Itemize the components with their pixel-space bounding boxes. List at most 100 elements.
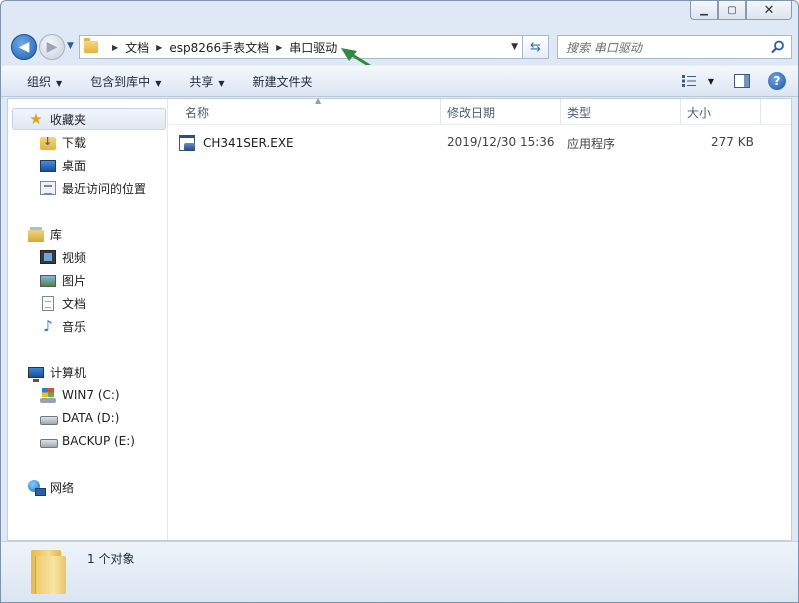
view-controls: ▼ ? <box>681 72 786 90</box>
sidebar-item-label: 视频 <box>62 250 87 265</box>
sort-ascending-icon: ▲ <box>315 96 322 105</box>
command-bar: 组织 ▼ 包含到库中 ▼ 共享 ▼ 新建文件夹 ▼ ? <box>1 65 798 97</box>
preview-pane-icon[interactable] <box>734 74 750 88</box>
document-icon <box>42 295 54 311</box>
details-pane: 1 个对象 <box>1 541 798 602</box>
share-menu[interactable]: 共享 ▼ <box>189 73 224 90</box>
chevron-right-icon[interactable]: ▶ <box>112 43 118 52</box>
sidebar-item-drive-c[interactable]: WIN7 (C:) <box>40 384 120 406</box>
sidebar-item-videos[interactable]: 视频 <box>40 246 86 268</box>
application-icon <box>179 135 197 151</box>
hard-drive-icon <box>40 410 58 426</box>
sidebar-item-label: 文档 <box>62 296 87 311</box>
breadcrumb-documents[interactable]: 文档 <box>124 39 150 56</box>
chevron-down-icon: ▼ <box>155 78 162 88</box>
column-header-date[interactable]: 修改日期 <box>441 99 561 125</box>
sidebar-item-music[interactable]: ♪ 音乐 <box>40 315 86 337</box>
column-header-name[interactable]: 名称 ▲ <box>179 96 441 125</box>
sidebar-item-label: 图片 <box>62 273 87 288</box>
search-box[interactable]: 搜索 串口驱动 <box>557 35 792 59</box>
sidebar-item-network[interactable]: 网络 <box>28 476 74 498</box>
recent-pages-dropdown[interactable]: ▼ <box>67 41 74 51</box>
maximize-button[interactable]: ▢ <box>718 1 746 20</box>
minimize-button[interactable]: ▁ <box>690 1 718 20</box>
navigation-row: ◀ ▶ ▼ ▶ 文档 ▶ esp8266手表文档 ▶ 串口驱动 ▼ ⇆ 搜索 串… <box>9 33 792 61</box>
back-arrow-icon: ◀ <box>18 39 30 55</box>
refresh-icon: ⇆ <box>530 39 541 55</box>
search-icon[interactable] <box>771 40 785 54</box>
computer-icon <box>28 367 44 382</box>
column-label: 类型 <box>567 105 592 120</box>
picture-icon <box>40 275 56 287</box>
include-in-library-menu[interactable]: 包含到库中 ▼ <box>90 73 161 90</box>
sidebar-item-recent-places[interactable]: 最近访问的位置 <box>40 177 146 199</box>
content-area: ★ 收藏夹 下载 桌面 最近访问的位置 库 视频 <box>7 96 792 541</box>
chevron-down-icon: ▼ <box>56 78 63 88</box>
caption-buttons: ▁ ▢ ✕ <box>690 1 792 21</box>
folder-icon <box>31 550 67 594</box>
desktop-icon <box>40 160 56 172</box>
folder-icon <box>84 38 98 53</box>
sidebar-item-documents[interactable]: 文档 <box>40 292 86 314</box>
column-label: 大小 <box>687 105 712 120</box>
sidebar-item-label: WIN7 (C:) <box>62 388 120 402</box>
sidebar-item-downloads[interactable]: 下载 <box>40 131 86 153</box>
forward-arrow-icon: ▶ <box>46 39 58 55</box>
navigation-pane[interactable]: ★ 收藏夹 下载 桌面 最近访问的位置 库 视频 <box>8 99 168 540</box>
column-label: 名称 <box>185 105 210 120</box>
sidebar-item-label: BACKUP (E:) <box>62 434 135 448</box>
item-count: 1 个对象 <box>87 552 135 566</box>
file-type: 应用程序 <box>567 137 616 151</box>
breadcrumb-esp8266[interactable]: esp8266手表文档 <box>168 39 270 56</box>
sidebar-item-label: 桌面 <box>62 158 87 173</box>
sidebar-item-label: 音乐 <box>62 319 87 334</box>
search-input[interactable]: 搜索 串口驱动 <box>566 39 642 56</box>
recent-places-icon <box>40 181 56 195</box>
file-name: CH341SER.EXE <box>203 136 294 150</box>
breadcrumb-serial-driver[interactable]: 串口驱动 <box>288 39 338 56</box>
sidebar-item-computer[interactable]: 计算机 <box>28 361 86 383</box>
address-dropdown-icon[interactable]: ▼ <box>511 42 518 52</box>
star-icon: ★ <box>29 110 43 128</box>
help-icon[interactable]: ? <box>768 72 786 90</box>
column-header-type[interactable]: 类型 <box>561 99 681 125</box>
sidebar-item-label: 库 <box>50 227 63 242</box>
view-dropdown-icon[interactable]: ▼ <box>708 77 714 86</box>
back-button[interactable]: ◀ <box>11 34 37 60</box>
sidebar-item-drive-d[interactable]: DATA (D:) <box>40 407 119 429</box>
explorer-window: ▁ ▢ ✕ ◀ ▶ ▼ ▶ 文档 ▶ esp8266手表文档 ▶ 串口驱动 ▼ … <box>0 0 799 603</box>
music-icon: ♪ <box>43 317 53 335</box>
windows-drive-icon <box>40 388 56 403</box>
view-options-icon[interactable] <box>681 74 697 88</box>
organize-label: 组织 <box>27 74 52 89</box>
organize-menu[interactable]: 组织 ▼ <box>27 73 62 90</box>
sidebar-item-label: 下载 <box>62 135 87 150</box>
table-row[interactable]: CH341SER.EXE 2019/12/30 15:36 应用程序 277 K… <box>179 132 791 154</box>
column-header-size[interactable]: 大小 <box>681 99 761 125</box>
sidebar-item-label: 计算机 <box>50 365 87 380</box>
chevron-down-icon: ▼ <box>218 78 225 88</box>
sidebar-item-label: 最近访问的位置 <box>62 181 147 196</box>
column-header-row: 名称 ▲ 修改日期 类型 大小 <box>169 96 791 125</box>
sidebar-item-drive-e[interactable]: BACKUP (E:) <box>40 430 135 452</box>
address-bar[interactable]: ▶ 文档 ▶ esp8266手表文档 ▶ 串口驱动 ▼ <box>79 35 523 59</box>
file-size: 277 KB <box>711 135 754 149</box>
sidebar-item-pictures[interactable]: 图片 <box>40 269 86 291</box>
sidebar-item-label: 收藏夹 <box>50 112 87 127</box>
sidebar-item-label: 网络 <box>50 480 75 495</box>
close-button[interactable]: ✕ <box>746 1 792 20</box>
new-folder-button[interactable]: 新建文件夹 <box>253 73 313 90</box>
sidebar-item-desktop[interactable]: 桌面 <box>40 154 86 176</box>
refresh-button[interactable]: ⇆ <box>523 35 549 59</box>
hard-drive-icon <box>40 433 58 449</box>
sidebar-item-favorites[interactable]: ★ 收藏夹 <box>12 108 166 130</box>
share-label: 共享 <box>189 74 214 89</box>
file-list[interactable]: 名称 ▲ 修改日期 类型 大小 CH341SER.EXE 2019/12/30 … <box>169 96 791 540</box>
library-icon <box>28 226 44 242</box>
sidebar-item-label: DATA (D:) <box>62 411 120 425</box>
forward-button[interactable]: ▶ <box>39 34 65 60</box>
downloads-folder-icon <box>40 135 56 150</box>
chevron-right-icon[interactable]: ▶ <box>276 43 282 52</box>
sidebar-item-libraries[interactable]: 库 <box>28 223 62 245</box>
chevron-right-icon[interactable]: ▶ <box>156 43 162 52</box>
